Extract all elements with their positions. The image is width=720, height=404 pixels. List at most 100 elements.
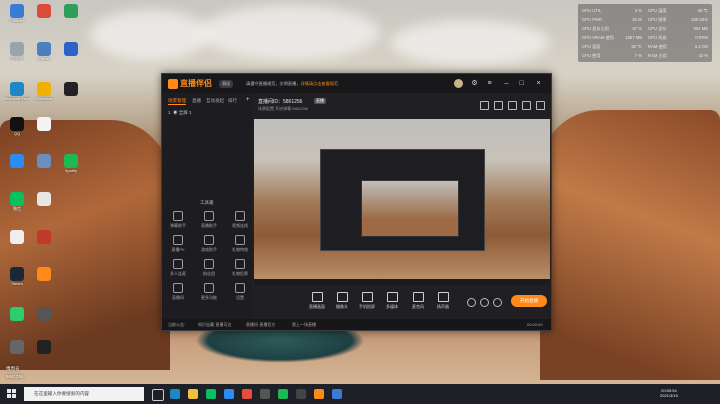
app-icon bbox=[10, 307, 24, 321]
tool-button[interactable]: 礼物投票 bbox=[227, 259, 253, 277]
desktop-icon[interactable] bbox=[31, 230, 57, 244]
desktop-icon[interactable] bbox=[4, 340, 30, 354]
live-preview[interactable] bbox=[254, 119, 550, 285]
desktop-icon[interactable] bbox=[58, 4, 84, 18]
streaming-taskbar-icon[interactable] bbox=[314, 389, 324, 399]
share-icon[interactable] bbox=[480, 101, 489, 110]
desktop-icon[interactable] bbox=[58, 82, 84, 96]
app-icon bbox=[10, 42, 24, 56]
desktop-icon[interactable]: Steam bbox=[4, 267, 30, 286]
tool-button[interactable]: 游戏助手 bbox=[196, 235, 222, 253]
desktop-icon[interactable]: Rockstar bbox=[31, 82, 57, 101]
tool-button[interactable]: 直播间 bbox=[165, 283, 191, 301]
status-bar: 当前公告： 知识宝藏·直播可达 直播间·直播官方 第上一场直播 00:00:00 bbox=[162, 319, 551, 330]
tool-button[interactable]: 弹幕助手 bbox=[165, 211, 191, 229]
settings-gear-icon[interactable] bbox=[493, 298, 502, 307]
tab-rank[interactable]: 排行 bbox=[228, 98, 237, 104]
desktop-icon[interactable]: 微信 bbox=[4, 192, 30, 211]
app-taskbar-icon[interactable] bbox=[224, 389, 234, 399]
app-icon bbox=[10, 340, 24, 354]
tool-button[interactable]: 多人连麦 bbox=[165, 259, 191, 277]
taskbar-clock[interactable]: 20:55:54 2021/3/15 bbox=[660, 388, 678, 398]
explorer-taskbar-icon[interactable] bbox=[188, 389, 198, 399]
tool-button[interactable]: 粉丝团 bbox=[196, 259, 222, 277]
app-icon bbox=[37, 267, 51, 281]
control-button[interactable]: 扬声器 bbox=[430, 292, 456, 310]
windows-start-icon[interactable] bbox=[7, 389, 17, 399]
tool-button[interactable]: 直播助手 bbox=[196, 211, 222, 229]
tab-scene[interactable]: 场景管理 bbox=[168, 98, 186, 105]
settings-icon[interactable]: ⚙ bbox=[470, 79, 479, 88]
menu-icon[interactable]: ≡ bbox=[485, 79, 494, 88]
app5-taskbar-icon[interactable] bbox=[332, 389, 342, 399]
desktop-icon[interactable] bbox=[31, 117, 57, 131]
app3-taskbar-icon[interactable] bbox=[260, 389, 270, 399]
desktop-icon[interactable] bbox=[4, 230, 30, 244]
app-icon bbox=[37, 117, 51, 131]
version-badge[interactable]: 测试 bbox=[219, 80, 233, 88]
desktop-icon[interactable] bbox=[4, 154, 30, 168]
tool-button[interactable]: 设置 bbox=[227, 283, 253, 301]
desktop-icon[interactable] bbox=[31, 267, 57, 281]
beauty-icon[interactable] bbox=[480, 298, 489, 307]
desktop-icon[interactable]: Microsoft Edge bbox=[4, 82, 30, 101]
status-link-3[interactable]: 第上一场直播 bbox=[292, 322, 316, 328]
close-icon[interactable]: × bbox=[534, 79, 543, 88]
wechat-taskbar-icon[interactable] bbox=[206, 389, 216, 399]
add-scene-icon[interactable]: + bbox=[246, 97, 250, 103]
notice-link[interactable]: 详情请点击查看规范 bbox=[300, 81, 338, 86]
control-button[interactable]: 手机投屏 bbox=[354, 292, 380, 310]
app4-taskbar-icon[interactable] bbox=[296, 389, 306, 399]
desktop-icon[interactable]: QQ bbox=[4, 117, 30, 136]
desktop-icon[interactable]: 回收站 bbox=[4, 42, 30, 61]
desktop-icon[interactable] bbox=[31, 154, 57, 168]
chat-icon[interactable] bbox=[508, 101, 517, 110]
desktop-icon[interactable] bbox=[31, 4, 57, 18]
taskbar-search-input[interactable]: 在这里输入你要搜索的内容 bbox=[24, 387, 144, 401]
minimize-icon[interactable]: – bbox=[502, 79, 511, 88]
stat-value: 48 ℃ bbox=[697, 8, 708, 13]
desktop-icon[interactable] bbox=[4, 307, 30, 321]
tool-label: 弹幕助手 bbox=[170, 223, 186, 228]
control-button[interactable]: 多媒体 bbox=[379, 292, 405, 310]
tool-button[interactable]: 更多功能 bbox=[196, 283, 222, 301]
control-button[interactable]: 直播画面 bbox=[304, 292, 330, 310]
task-view-icon[interactable] bbox=[152, 389, 164, 401]
tool-button[interactable]: 礼物特效 bbox=[227, 235, 253, 253]
tool-button[interactable]: 直播PK bbox=[165, 235, 191, 253]
link-icon[interactable] bbox=[536, 101, 545, 110]
camera-toggle-icon[interactable] bbox=[467, 298, 476, 307]
desktop-icon-label: Plexar bbox=[38, 56, 50, 61]
go-live-button[interactable]: 开始直播 bbox=[511, 295, 547, 307]
desktop-icon[interactable] bbox=[58, 42, 84, 56]
control-button[interactable]: 麦克风 bbox=[405, 292, 431, 310]
desktop-icon[interactable]: Cleaner bbox=[4, 4, 30, 23]
app-icon bbox=[37, 340, 51, 354]
app2-taskbar-icon[interactable] bbox=[242, 389, 252, 399]
desktop-icon[interactable] bbox=[31, 307, 57, 321]
tool-button[interactable]: 视频连线 bbox=[227, 211, 253, 229]
desktop-icon[interactable] bbox=[31, 192, 57, 206]
desktop-icon[interactable] bbox=[31, 340, 57, 354]
tab-interact[interactable]: 互动发起 bbox=[206, 98, 224, 104]
scene-item[interactable]: 1 ◉ 全屏 1 bbox=[168, 110, 192, 116]
control-label: 扬声器 bbox=[437, 304, 449, 309]
desktop-icon[interactable]: Spotify bbox=[58, 154, 84, 173]
control-icon bbox=[386, 292, 398, 302]
maximize-icon[interactable]: □ bbox=[517, 79, 526, 88]
record-icon[interactable] bbox=[494, 101, 503, 110]
control-button[interactable]: 摄像头 bbox=[329, 292, 355, 310]
desktop-icon[interactable]: Plexar bbox=[31, 42, 57, 61]
notification-icon[interactable] bbox=[522, 101, 531, 110]
streaming-app-window: 直播伴侣 测试 请遵守直播规范，文明直播，详情请点击查看规范 ⚙ ≡ – □ ×… bbox=[161, 73, 552, 331]
edge-taskbar-icon[interactable] bbox=[170, 389, 180, 399]
tool-label: 视频连线 bbox=[232, 223, 248, 228]
avatar[interactable] bbox=[454, 79, 463, 88]
status-link-2[interactable]: 直播间·直播官方 bbox=[246, 322, 275, 328]
status-link-1[interactable]: 知识宝藏·直播可达 bbox=[198, 322, 231, 328]
sidebar: 场景管理 直播 互动发起 排行 + 1 ◉ 全屏 1 工具箱 弹幕助手 直播助手 视… bbox=[162, 93, 252, 319]
stat-value: 6.2 GB bbox=[694, 44, 708, 49]
spotify-taskbar-icon[interactable] bbox=[278, 389, 288, 399]
tab-live[interactable]: 直播 bbox=[192, 98, 201, 104]
app-icon bbox=[10, 230, 24, 244]
